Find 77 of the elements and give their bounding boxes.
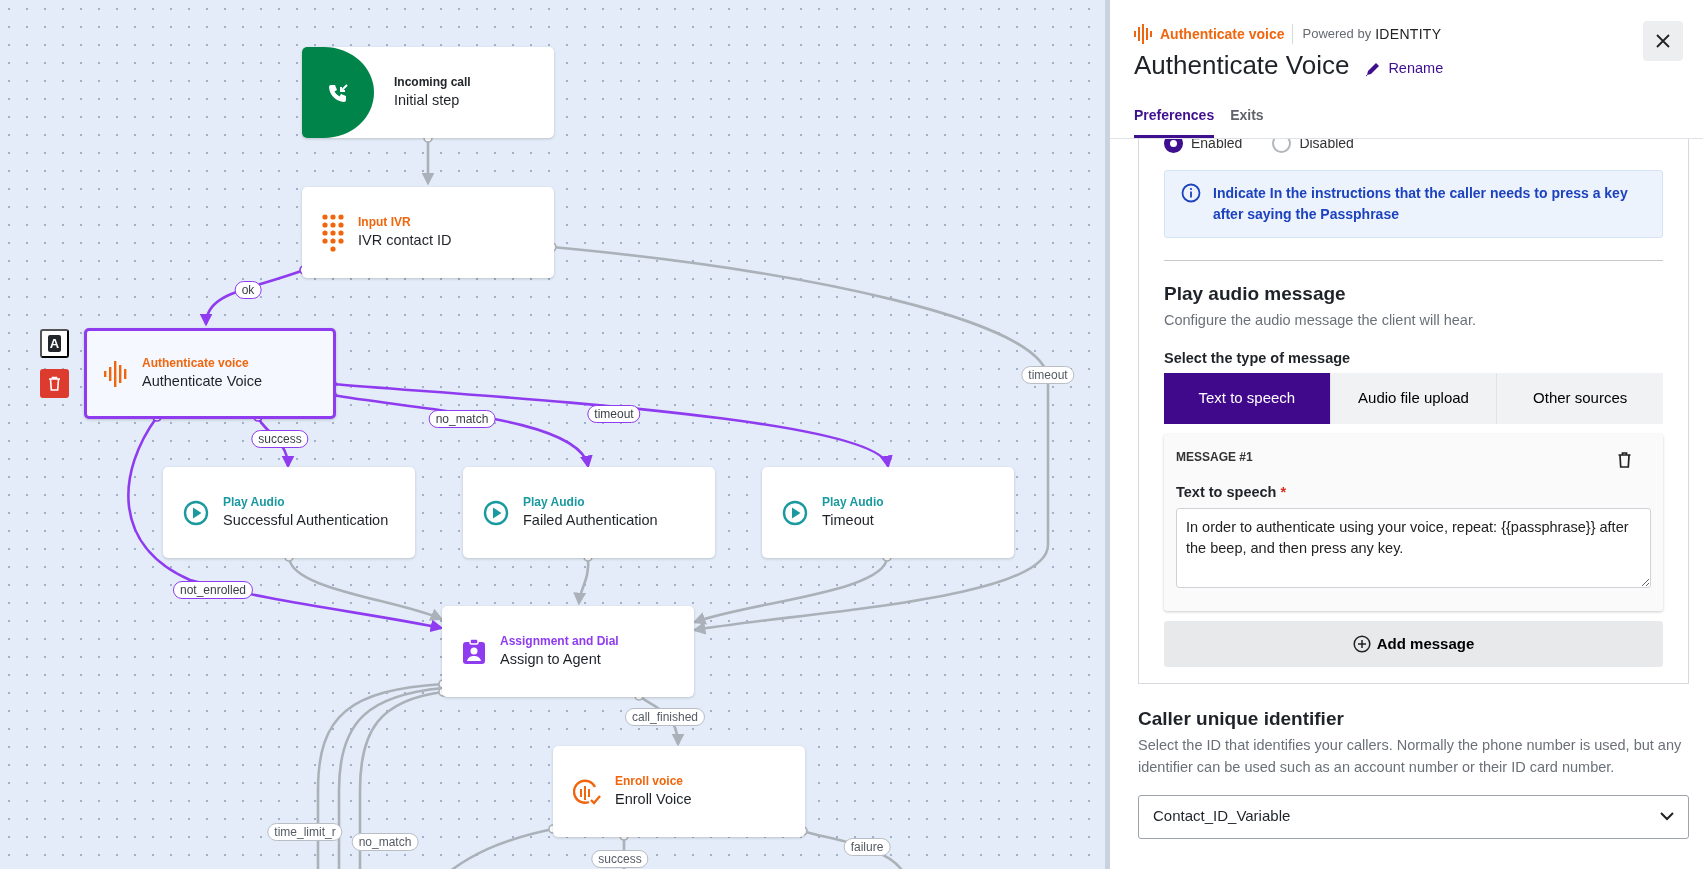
section-heading: Caller unique identifier [1138, 708, 1345, 732]
connector-label: call_finished [625, 708, 705, 726]
pencil-icon [1365, 60, 1382, 77]
node-title: Successful Authentication [223, 511, 389, 531]
brand-name: IDENTITY [1375, 24, 1442, 44]
label-button[interactable]: A [40, 329, 69, 358]
flow-node[interactable]: Play Audio Successful Authentication [163, 467, 415, 558]
node-title: Failed Authentication [523, 511, 658, 531]
node-category: Play Audio [223, 494, 286, 511]
clipboard-person-icon [462, 638, 486, 665]
flow-node[interactable]: Play Audio Failed Authentication [463, 467, 715, 558]
connector-label: failure [843, 838, 891, 856]
tab[interactable]: Exits [1230, 97, 1264, 139]
node-category: Authenticate voice [142, 355, 250, 372]
keypad-icon [322, 213, 344, 252]
node-category: Incoming call [394, 74, 471, 91]
connector-label: no_match [428, 410, 496, 428]
node-category: Play Audio [822, 494, 884, 511]
tab[interactable]: Preferences [1134, 97, 1215, 139]
node-title: Assign to Agent [500, 650, 602, 670]
radio-button[interactable] [1164, 139, 1183, 154]
step-type-label: Authenticate voice [1160, 24, 1285, 44]
close-button[interactable] [1643, 21, 1683, 61]
node-category: Assignment and Dial [500, 633, 619, 650]
plus-circle-icon [1352, 635, 1371, 653]
voice-check-icon [573, 777, 601, 806]
node-category: Input IVR [358, 214, 412, 231]
delete-button[interactable] [1618, 452, 1631, 468]
waveform-icon [104, 359, 128, 388]
phone-icon [327, 81, 349, 104]
node-title: Initial step [394, 91, 461, 111]
info-text: Indicate In the instructions that the caller needs to press a key after saying the Passphrase [1213, 184, 1629, 225]
trash-icon [48, 376, 61, 391]
section-description: Select the ID that identifies your callers. Normally the phone number is used, but any identifier can be used such as an account number or their ID card number. [1138, 736, 1683, 777]
add-message-button[interactable]: Add message [1164, 620, 1663, 668]
waveform-icon [1134, 22, 1152, 46]
section-heading: Play audio message [1164, 283, 1347, 306]
node-category: Enroll voice [615, 773, 685, 790]
panel-title: Authenticate Voice [1134, 50, 1350, 82]
radio-button[interactable] [1272, 139, 1292, 154]
info-icon [1181, 183, 1201, 204]
flow-node[interactable]: Incoming call Initial step [302, 47, 554, 138]
connector-label: success [251, 430, 309, 448]
connector-label: time_limit_r [267, 823, 343, 841]
flow-node[interactable]: Play Audio Timeout [762, 467, 1014, 558]
flow-node[interactable]: Input IVR IVR contact ID [302, 187, 554, 278]
node-title: IVR contact ID [358, 231, 452, 251]
flow-node[interactable]: Assignment and Dial Assign to Agent [442, 606, 694, 697]
node-title: Authenticate Voice [142, 372, 263, 392]
field-label: Text to speech * [1176, 483, 1288, 502]
field-label: Select the type of message [1164, 348, 1352, 368]
close-icon [1656, 34, 1670, 48]
play-icon [483, 499, 509, 526]
node-title: Enroll Voice [615, 790, 692, 810]
node-title: Timeout [822, 511, 875, 531]
connector-label: ok [234, 281, 262, 299]
chevron-down-icon [1660, 812, 1674, 822]
segment-option[interactable]: Text to speech [1164, 373, 1330, 424]
node-category: Play Audio [523, 494, 586, 511]
segment-option[interactable]: Other sources [1496, 373, 1663, 424]
segment-option[interactable]: Audio file upload [1329, 373, 1497, 424]
connector-label: success [591, 850, 649, 868]
trash-icon [1618, 452, 1631, 468]
connector-label: not_enrolled [172, 581, 254, 599]
play-icon [782, 499, 808, 526]
text-to-speech-field[interactable]: In order to authenticate using your voice, repeat: {{passphrase}} after the beep, and then press any key. [1176, 507, 1651, 588]
connector-label: timeout [587, 405, 641, 423]
flow-node[interactable]: Authenticate voice Authenticate Voice [84, 328, 336, 419]
powered-by-text: Powered by [1292, 24, 1372, 44]
identifier-dropdown[interactable]: Contact_ID_Variable [1138, 794, 1689, 839]
play-icon [183, 499, 209, 526]
connector-label: timeout [1021, 366, 1075, 384]
connector-label: no_match [351, 833, 419, 851]
rename-button[interactable]: Rename [1365, 57, 1444, 80]
message-title: MESSAGE #1 [1176, 449, 1253, 466]
flow-node[interactable]: Enroll voice Enroll Voice [553, 746, 805, 837]
section-description: Configure the audio message the client will hear. [1164, 311, 1477, 330]
